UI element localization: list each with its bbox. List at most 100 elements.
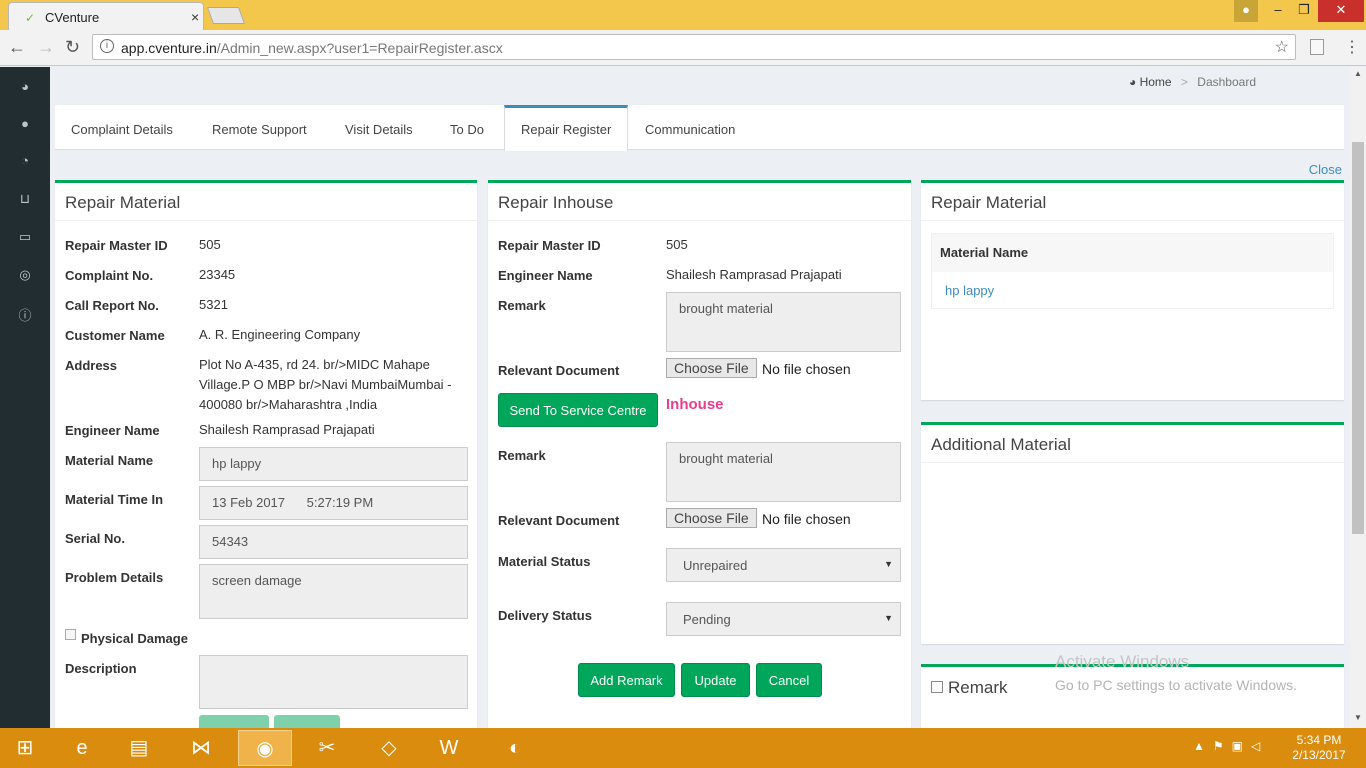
- serial-no-field[interactable]: 54343: [199, 525, 468, 559]
- problem-details-field[interactable]: screen damage: [199, 564, 468, 619]
- tab-complaint-details[interactable]: Complaint Details: [55, 105, 189, 150]
- cancel-button-partial[interactable]: [274, 715, 340, 728]
- reload-icon[interactable]: ↻: [65, 37, 80, 58]
- complaint-no: 23345: [199, 267, 236, 282]
- credit-card-icon[interactable]: ▭: [17, 229, 33, 244]
- url-bar[interactable]: i app.cventure.in/Admin_new.aspx?user1=R…: [92, 34, 1296, 60]
- sticky-notes-icon[interactable]: ◇: [362, 730, 416, 766]
- word-icon[interactable]: W: [422, 730, 476, 766]
- info-icon[interactable]: i: [100, 39, 114, 53]
- label: Material Status: [498, 554, 591, 569]
- physical-damage-checkbox[interactable]: [65, 629, 76, 640]
- close-window-button[interactable]: ✕: [1318, 0, 1364, 22]
- remark-field[interactable]: brought material: [666, 292, 901, 352]
- update-button-partial[interactable]: [199, 715, 269, 728]
- tabs-bar: Complaint Details Remote Support Visit D…: [55, 105, 1344, 151]
- left-sidebar: ◕ ● ◔ ⊔ ▭ ◎ ⓘ: [0, 67, 50, 728]
- tab-communication[interactable]: Communication: [629, 105, 751, 150]
- dashboard-icon[interactable]: ◕: [17, 79, 33, 94]
- taskbar-clock[interactable]: 5:34 PM 2/13/2017: [1288, 733, 1350, 763]
- panel-title: Repair Inhouse: [488, 183, 911, 221]
- remark-checkbox[interactable]: [931, 681, 943, 693]
- close-link[interactable]: Close: [1309, 162, 1342, 177]
- caret-down-icon: ▼: [884, 559, 893, 569]
- scrollbar-thumb[interactable]: [1352, 142, 1364, 534]
- url-path: /Admin_new.aspx?user1=RepairRegister.asc…: [216, 40, 503, 56]
- back-icon[interactable]: ←: [8, 37, 26, 58]
- support-icon[interactable]: ◎: [17, 267, 33, 282]
- repair-master-id: 505: [666, 237, 688, 252]
- breadcrumb: ◕ Home > Dashboard: [1129, 75, 1256, 89]
- home-icon: ◕: [1128, 75, 1137, 89]
- description-field[interactable]: [199, 655, 468, 709]
- label: Description: [65, 661, 137, 676]
- material-time-in-field[interactable]: 13 Feb 2017 5:27:19 PM: [199, 486, 468, 520]
- user-icon[interactable]: ●: [1234, 0, 1258, 22]
- label: Problem Details: [65, 570, 164, 585]
- delivery-status-select[interactable]: Pending ▼: [666, 602, 901, 636]
- minimize-button[interactable]: –: [1264, 0, 1292, 22]
- choose-file-button-2[interactable]: Choose File: [666, 508, 757, 528]
- select-value: Pending: [683, 612, 731, 627]
- cancel-button[interactable]: Cancel: [756, 663, 822, 697]
- info-circle-icon[interactable]: ⓘ: [17, 305, 33, 323]
- additional-material-panel: Additional Material: [921, 422, 1344, 644]
- customer-name: A. R. Engineering Company: [199, 327, 361, 342]
- label: Material Time In: [65, 492, 164, 507]
- call-report-no: 5321: [199, 297, 228, 312]
- label: Repair Master ID: [65, 238, 168, 253]
- visual-studio-icon[interactable]: ⋈: [174, 730, 228, 766]
- menu-icon[interactable]: ⋮: [1344, 37, 1360, 57]
- material-name-field[interactable]: hp lappy: [199, 447, 468, 481]
- no-file-text: No file chosen: [762, 361, 851, 377]
- browser-tab[interactable]: ✓ CVenture ×: [8, 2, 204, 30]
- scroll-down-icon[interactable]: ▼: [1354, 713, 1362, 722]
- cart-icon[interactable]: ⊔: [17, 191, 33, 206]
- add-remark-button[interactable]: Add Remark: [578, 663, 675, 697]
- tab-to-do[interactable]: To Do: [434, 105, 500, 150]
- scroll-up-icon[interactable]: ▲: [1354, 69, 1362, 78]
- tab-visit-details[interactable]: Visit Details: [329, 105, 429, 150]
- bookmark-star-icon[interactable]: ☆: [1275, 37, 1289, 57]
- forward-icon[interactable]: →: [37, 37, 55, 58]
- send-to-service-centre-button[interactable]: Send To Service Centre: [498, 393, 658, 427]
- choose-file-button[interactable]: Choose File: [666, 358, 757, 378]
- system-tray[interactable]: ▲⚑▣◁: [1193, 739, 1268, 753]
- file-explorer-icon[interactable]: ▤: [112, 730, 166, 766]
- pie-chart-icon[interactable]: ◔: [17, 153, 33, 168]
- remark-field-2[interactable]: brought material: [666, 442, 901, 502]
- tab-repair-register[interactable]: Repair Register: [504, 105, 629, 151]
- label: Customer Name: [65, 328, 165, 343]
- no-file-text-2: No file chosen: [762, 511, 851, 527]
- repair-master-id: 505: [199, 237, 221, 252]
- panel-title: Remark: [948, 678, 1008, 697]
- user-icon[interactable]: ●: [17, 116, 33, 131]
- label: Call Report No.: [65, 298, 159, 313]
- label: Remark: [498, 448, 546, 463]
- material-table: Material Name hp lappy: [931, 233, 1334, 309]
- chrome-icon[interactable]: ◉: [238, 730, 292, 766]
- new-tab-button[interactable]: [206, 7, 246, 24]
- engineer-name: Shailesh Ramprasad Prajapati: [666, 267, 842, 282]
- physical-damage-label: Physical Damage: [81, 631, 188, 646]
- internet-explorer-icon[interactable]: e: [55, 730, 109, 766]
- material-row-link[interactable]: hp lappy: [932, 272, 1333, 309]
- material-status-select[interactable]: Unrepaired ▼: [666, 548, 901, 582]
- extension-icon[interactable]: [1310, 39, 1324, 55]
- breadcrumb-home[interactable]: Home: [1140, 75, 1172, 89]
- update-button[interactable]: Update: [681, 663, 750, 697]
- tab-close-icon[interactable]: ×: [191, 9, 199, 25]
- tab-title: CVenture: [45, 10, 100, 25]
- label: Repair Master ID: [498, 238, 601, 253]
- tools-icon[interactable]: ✂: [300, 730, 354, 766]
- restore-button[interactable]: ❐: [1290, 0, 1318, 22]
- status-text: Inhouse: [666, 396, 724, 413]
- start-icon[interactable]: ⊞: [0, 730, 50, 766]
- firefox-icon[interactable]: ◐: [488, 730, 542, 766]
- breadcrumb-current: Dashboard: [1197, 75, 1256, 89]
- tab-remote-support[interactable]: Remote Support: [196, 105, 323, 150]
- vertical-scrollbar[interactable]: ▲ ▼: [1350, 67, 1366, 728]
- url-host: app.cventure.in: [121, 40, 217, 56]
- label: Address: [65, 358, 118, 373]
- label: Delivery Status: [498, 608, 592, 623]
